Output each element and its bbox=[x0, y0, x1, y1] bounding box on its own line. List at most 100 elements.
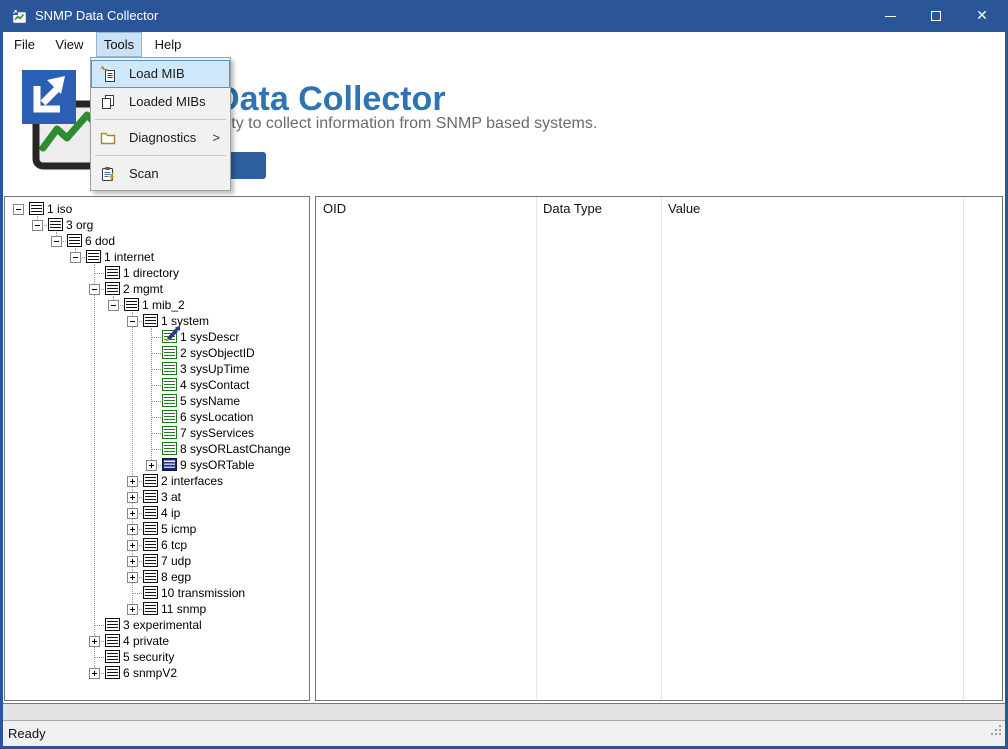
tree-node-3-org[interactable]: 3 org bbox=[5, 217, 309, 233]
tree-node-3-at[interactable]: 3 at bbox=[5, 489, 309, 505]
expand-toggle-icon[interactable] bbox=[89, 636, 100, 647]
expand-toggle-icon[interactable] bbox=[127, 508, 138, 519]
collapse-toggle-icon[interactable] bbox=[70, 252, 81, 263]
expand-toggle-icon[interactable] bbox=[127, 556, 138, 567]
expand-toggle-icon[interactable] bbox=[89, 668, 100, 679]
collapse-toggle-icon[interactable] bbox=[127, 316, 138, 327]
column-header-oid[interactable]: OID bbox=[323, 197, 536, 220]
menu-help[interactable]: Help bbox=[147, 32, 190, 57]
collapse-toggle-icon[interactable] bbox=[89, 284, 100, 295]
close-icon: ✕ bbox=[959, 0, 1005, 32]
collapse-toggle-icon[interactable] bbox=[51, 236, 62, 247]
menu-item-load-mib[interactable]: Load MIB bbox=[91, 60, 230, 88]
column-divider[interactable] bbox=[536, 197, 537, 700]
tree-node-4-ip[interactable]: 4 ip bbox=[5, 505, 309, 521]
tree-node-label: 2 sysObjectID bbox=[180, 345, 255, 361]
tree-node-7-udp[interactable]: 7 udp bbox=[5, 553, 309, 569]
tree-node-label: 3 experimental bbox=[123, 617, 202, 633]
tree-node-10-transmission[interactable]: 10 transmission bbox=[5, 585, 309, 601]
minimize-icon bbox=[885, 16, 896, 17]
progress-strip bbox=[0, 703, 1008, 721]
tree-node-1-system[interactable]: 1 system bbox=[5, 313, 309, 329]
menu-tools[interactable]: Tools bbox=[96, 32, 142, 57]
expand-toggle-icon[interactable] bbox=[127, 572, 138, 583]
page-subtitle: A utility to collect information from SN… bbox=[193, 115, 597, 133]
status-text: Ready bbox=[8, 721, 46, 746]
menu-item-scan[interactable]: Scan bbox=[91, 160, 230, 188]
expand-toggle-icon[interactable] bbox=[127, 492, 138, 503]
menu-item-label: Loaded MIBs bbox=[129, 88, 206, 116]
status-bar: Ready bbox=[0, 721, 1008, 746]
expand-toggle-icon[interactable] bbox=[127, 524, 138, 535]
tree-node-5-icmp[interactable]: 5 icmp bbox=[5, 521, 309, 537]
minimize-button[interactable] bbox=[867, 0, 913, 32]
maximize-icon bbox=[931, 11, 941, 21]
tree-node-label: 10 transmission bbox=[161, 585, 245, 601]
app-chart-icon bbox=[11, 8, 27, 24]
column-header-data-type[interactable]: Data Type bbox=[543, 197, 661, 220]
collapse-toggle-icon[interactable] bbox=[13, 204, 24, 215]
tree-node-5-sysname[interactable]: 5 sysName bbox=[5, 393, 309, 409]
collapse-toggle-icon[interactable] bbox=[108, 300, 119, 311]
menu-file[interactable]: File bbox=[6, 32, 43, 57]
close-button[interactable]: ✕ bbox=[959, 0, 1005, 32]
tree-node-label: 2 mgmt bbox=[123, 281, 163, 297]
tree-node-1-mib-2[interactable]: 1 mib_2 bbox=[5, 297, 309, 313]
tree-node-label: 4 sysContact bbox=[180, 377, 249, 393]
column-header-value[interactable]: Value bbox=[668, 197, 963, 220]
tree-node-label: 8 egp bbox=[161, 569, 191, 585]
tree-node-4-private[interactable]: 4 private bbox=[5, 633, 309, 649]
tree-node-1-sysdescr[interactable]: 1 sysDescr bbox=[5, 329, 309, 345]
tree-node-2-interfaces[interactable]: 2 interfaces bbox=[5, 473, 309, 489]
tree-node-label: 1 sysDescr bbox=[180, 329, 239, 345]
expand-toggle-icon[interactable] bbox=[127, 604, 138, 615]
tree-node-label: 6 snmpV2 bbox=[123, 665, 177, 681]
tree-node-3-experimental[interactable]: 3 experimental bbox=[5, 617, 309, 633]
mib-tree: 1 iso3 org6 dod1 internet1 directory2 mg… bbox=[4, 196, 310, 701]
tree-node-6-snmpv2[interactable]: 6 snmpV2 bbox=[5, 665, 309, 681]
menu-item-loaded-mibs[interactable]: Loaded MIBs bbox=[91, 88, 230, 116]
table-black-icon bbox=[105, 666, 120, 684]
tree-node-6-syslocation[interactable]: 6 sysLocation bbox=[5, 409, 309, 425]
tree-node-6-tcp[interactable]: 6 tcp bbox=[5, 537, 309, 553]
expand-toggle-icon[interactable] bbox=[146, 460, 157, 471]
tree-node-11-snmp[interactable]: 11 snmp bbox=[5, 601, 309, 617]
menu-view[interactable]: View bbox=[47, 32, 91, 57]
menu-item-label: Diagnostics bbox=[129, 124, 196, 152]
menu-item-label: Load MIB bbox=[129, 60, 185, 88]
menu-item-diagnostics[interactable]: Diagnostics > bbox=[91, 124, 230, 152]
tree-node-label: 7 udp bbox=[161, 553, 191, 569]
tree-node-label: 5 security bbox=[123, 649, 174, 665]
menu-bar: File View Tools Help bbox=[0, 32, 1008, 57]
tree-node-label: 11 snmp bbox=[161, 601, 206, 617]
tree-node-4-syscontact[interactable]: 4 sysContact bbox=[5, 377, 309, 393]
tree-node-1-directory[interactable]: 1 directory bbox=[5, 265, 309, 281]
tree-node-2-mgmt[interactable]: 2 mgmt bbox=[5, 281, 309, 297]
tree-node-8-egp[interactable]: 8 egp bbox=[5, 569, 309, 585]
column-divider[interactable] bbox=[661, 197, 662, 700]
loaded-mibs-icon bbox=[100, 94, 116, 110]
tree-node-6-dod[interactable]: 6 dod bbox=[5, 233, 309, 249]
tree-node-8-sysorlastchange[interactable]: 8 sysORLastChange bbox=[5, 441, 309, 457]
tree-node-5-security[interactable]: 5 security bbox=[5, 649, 309, 665]
tree-node-label: 8 sysORLastChange bbox=[180, 441, 291, 457]
tree-node-7-sysservices[interactable]: 7 sysServices bbox=[5, 425, 309, 441]
titlebar[interactable]: SNMP Data Collector ✕ bbox=[0, 0, 1008, 32]
tree-node-label: 4 private bbox=[123, 633, 169, 649]
column-divider[interactable] bbox=[963, 197, 964, 700]
load-mib-icon bbox=[100, 66, 116, 82]
tree-node-1-internet[interactable]: 1 internet bbox=[5, 249, 309, 265]
maximize-button[interactable] bbox=[913, 0, 959, 32]
tree-node-label: 3 at bbox=[161, 489, 181, 505]
tree-node-1-iso[interactable]: 1 iso bbox=[5, 201, 309, 217]
tree-node-9-sysortable[interactable]: 9 sysORTable bbox=[5, 457, 309, 473]
tree-node-3-sysuptime[interactable]: 3 sysUpTime bbox=[5, 361, 309, 377]
tree-node-label: 3 org bbox=[66, 217, 93, 233]
expand-toggle-icon[interactable] bbox=[127, 540, 138, 551]
scan-icon bbox=[100, 166, 116, 182]
tree-node-label: 6 tcp bbox=[161, 537, 187, 553]
resize-grip[interactable] bbox=[990, 724, 1002, 742]
collapse-toggle-icon[interactable] bbox=[32, 220, 43, 231]
tree-node-2-sysobjectid[interactable]: 2 sysObjectID bbox=[5, 345, 309, 361]
expand-toggle-icon[interactable] bbox=[127, 476, 138, 487]
